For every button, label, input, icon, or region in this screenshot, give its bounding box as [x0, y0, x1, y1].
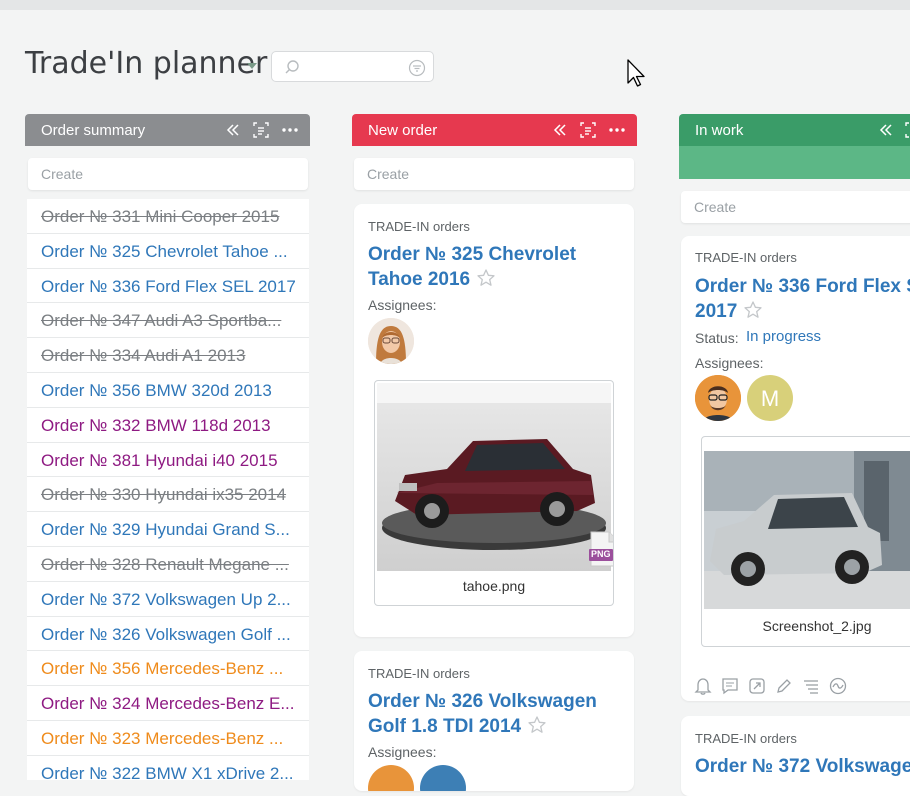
more-options-icon[interactable]	[281, 121, 299, 139]
create-placeholder: Create	[41, 166, 84, 182]
card-title[interactable]: Order № 372 Volkswage	[695, 754, 910, 779]
star-icon[interactable]	[527, 715, 547, 735]
task-card-tahoe[interactable]: TRADE-IN orders Order № 325 Chevrolet Ta…	[354, 204, 634, 637]
share-icon[interactable]	[747, 676, 767, 696]
star-icon[interactable]	[743, 300, 763, 320]
edit-icon[interactable]	[774, 676, 794, 696]
assignees-label: Assignees:	[368, 744, 437, 760]
checklist-icon[interactable]	[801, 676, 821, 696]
assignees-label: Assignees:	[368, 297, 437, 313]
task-card-golf[interactable]: TRADE-IN orders Order № 326 Volkswagen G…	[354, 651, 634, 791]
card-title-line: Tahoe 2016	[368, 269, 471, 290]
select-tasks-icon[interactable]	[252, 121, 270, 139]
column-header-order-summary[interactable]: Order summary	[25, 114, 310, 146]
collapse-column-icon[interactable]	[877, 121, 895, 139]
more-options-icon[interactable]	[608, 121, 626, 139]
attachment-filename: tahoe.png	[462, 578, 526, 594]
card-project: TRADE-IN orders	[368, 219, 470, 234]
page-title[interactable]: Trade'In planner	[25, 46, 267, 81]
search-icon	[285, 60, 299, 74]
list-item[interactable]: Order № 334 Audi A1 2013	[27, 338, 309, 373]
filter-icon[interactable]	[408, 59, 426, 77]
column-title: In work	[695, 122, 744, 139]
list-item[interactable]: Order № 347 Audi A3 Sportba...	[27, 303, 309, 339]
list-item[interactable]: Order № 324 Mercedes-Benz E...	[27, 686, 309, 721]
create-placeholder: Create	[694, 199, 737, 215]
avatar[interactable]	[420, 765, 466, 791]
card-title-line: Order № 325 Chevrolet	[368, 244, 577, 265]
create-task-field[interactable]: Create	[28, 158, 308, 190]
avatar[interactable]: M	[747, 375, 793, 421]
mouse-cursor-icon	[627, 59, 645, 87]
task-card-up[interactable]: TRADE-IN orders Order № 372 Volkswage	[681, 716, 910, 796]
list-item[interactable]: Order № 336 Ford Flex SEL 2017	[27, 269, 309, 304]
list-item[interactable]: Order № 372 Volkswagen Up 2...	[27, 582, 309, 617]
list-item[interactable]: Order № 328 Renault Megane ...	[27, 547, 309, 582]
card-title-line: Order № 336 Ford Flex S	[695, 276, 910, 297]
column-title: New order	[368, 122, 438, 139]
select-tasks-icon[interactable]	[904, 121, 910, 139]
column-progress-bar	[679, 146, 910, 179]
comment-icon[interactable]	[720, 676, 740, 696]
list-item[interactable]: Order № 331 Mini Cooper 2015	[27, 199, 309, 234]
task-card-flex[interactable]: TRADE-IN orders Order № 336 Ford Flex S …	[681, 236, 910, 701]
bell-icon[interactable]	[693, 676, 713, 696]
list-item[interactable]: Order № 323 Mercedes-Benz ...	[27, 721, 309, 756]
card-project: TRADE-IN orders	[695, 250, 797, 265]
avatar-initial: M	[760, 386, 780, 411]
column-header-in-work[interactable]: In work	[679, 114, 910, 179]
attachment-filename: Screenshot_2.jpg	[762, 618, 872, 634]
top-bar	[0, 0, 910, 10]
status-label: Status:	[695, 330, 739, 346]
list-item[interactable]: Order № 325 Chevrolet Tahoe ...	[27, 234, 309, 269]
star-icon[interactable]	[476, 268, 496, 288]
activity-icon[interactable]	[828, 676, 848, 696]
create-task-field[interactable]: Create	[681, 191, 910, 223]
car-photo-image	[704, 451, 910, 609]
attachment-screenshot[interactable]: Screenshot_2.jpg	[701, 436, 910, 647]
column-header-new-order[interactable]: New order	[352, 114, 637, 146]
create-placeholder: Create	[367, 166, 410, 182]
list-item[interactable]: Order № 356 Mercedes-Benz ...	[27, 651, 309, 687]
avatar[interactable]	[695, 375, 741, 421]
card-title-line: Order № 326 Volkswagen	[368, 691, 597, 712]
person-avatar-icon	[368, 318, 414, 364]
select-tasks-icon[interactable]	[579, 121, 597, 139]
create-task-field[interactable]: Create	[354, 158, 634, 190]
status-value[interactable]: In progress	[746, 328, 821, 345]
card-project: TRADE-IN orders	[695, 731, 797, 746]
collapse-column-icon[interactable]	[551, 121, 569, 139]
column-title: Order summary	[41, 122, 146, 139]
list-item[interactable]: Order № 329 Hyundai Grand S...	[27, 512, 309, 547]
card-title[interactable]: Order № 336 Ford Flex S 2017	[695, 274, 910, 324]
list-item[interactable]: Order № 381 Hyundai i40 2015	[27, 443, 309, 478]
avatar[interactable]	[368, 318, 414, 364]
collapse-column-icon[interactable]	[224, 121, 242, 139]
file-type-badge: PNG	[591, 549, 611, 559]
assignees-label: Assignees:	[695, 355, 764, 371]
search-input[interactable]	[271, 51, 434, 82]
card-title-line: Golf 1.8 TDI 2014	[368, 716, 522, 737]
card-project: TRADE-IN orders	[368, 666, 470, 681]
order-summary-list: Order № 331 Mini Cooper 2015 Order № 325…	[27, 199, 309, 780]
card-title[interactable]: Order № 325 Chevrolet Tahoe 2016	[368, 242, 576, 292]
list-item[interactable]: Order № 326 Volkswagen Golf ...	[27, 617, 309, 652]
list-item[interactable]: Order № 356 BMW 320d 2013	[27, 373, 309, 408]
avatar[interactable]	[368, 765, 414, 791]
card-title-line: 2017	[695, 301, 738, 322]
card-title[interactable]: Order № 326 Volkswagen Golf 1.8 TDI 2014	[368, 689, 597, 739]
list-item[interactable]: Order № 332 BMW 118d 2013	[27, 408, 309, 443]
person-avatar-icon	[695, 375, 741, 421]
attachment-tahoe[interactable]: PNG tahoe.png	[374, 380, 614, 606]
car-photo-image	[377, 383, 611, 571]
list-item[interactable]: Order № 330 Hyundai ix35 2014	[27, 477, 309, 513]
title-dropdown-caret-icon[interactable]	[247, 63, 257, 69]
list-item[interactable]: Order № 322 BMW X1 xDrive 2...	[27, 756, 309, 780]
